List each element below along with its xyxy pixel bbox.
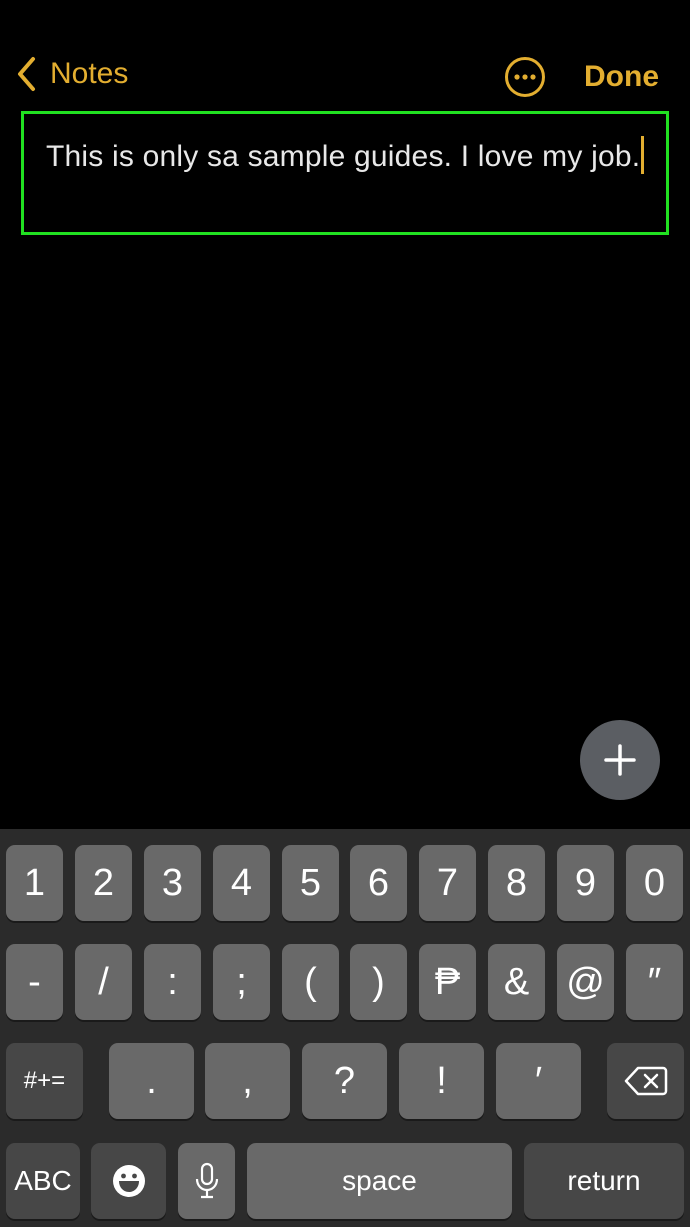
key-5[interactable]: 5 (282, 845, 339, 921)
ellipsis-circle-icon (505, 57, 545, 97)
key-6[interactable]: 6 (350, 845, 407, 921)
symbols-toggle-key[interactable]: #+= (6, 1043, 83, 1119)
key-comma[interactable]: , (205, 1043, 290, 1119)
dictation-key[interactable] (178, 1143, 235, 1219)
space-key[interactable]: space (247, 1143, 512, 1219)
key-0[interactable]: 0 (626, 845, 683, 921)
key-period[interactable]: . (109, 1043, 194, 1119)
note-body: This is only sa sample guides. I love my… (46, 140, 641, 173)
key-double-quote[interactable]: ″ (626, 944, 683, 1020)
key-colon[interactable]: : (144, 944, 201, 1020)
key-close-paren[interactable]: ) (350, 944, 407, 1020)
key-ampersand[interactable]: & (488, 944, 545, 1020)
text-cursor (641, 136, 645, 174)
add-button[interactable] (580, 720, 660, 800)
delete-backspace-icon (624, 1066, 667, 1096)
key-at[interactable]: @ (557, 944, 614, 1020)
abc-key[interactable]: ABC (6, 1143, 80, 1219)
microphone-icon (195, 1162, 218, 1199)
key-2[interactable]: 2 (75, 845, 132, 921)
note-text-area[interactable]: This is only sa sample guides. I love my… (21, 111, 669, 235)
key-exclamation[interactable]: ! (399, 1043, 484, 1119)
emoji-icon (112, 1165, 145, 1197)
key-apostrophe[interactable]: ′ (496, 1043, 581, 1119)
key-7[interactable]: 7 (419, 845, 476, 921)
key-9[interactable]: 9 (557, 845, 614, 921)
delete-key[interactable] (607, 1043, 684, 1119)
key-1[interactable]: 1 (6, 845, 63, 921)
plus-icon (604, 744, 636, 776)
key-3[interactable]: 3 (144, 845, 201, 921)
done-button[interactable]: Done (584, 60, 659, 94)
key-semicolon[interactable]: ; (213, 944, 270, 1020)
return-key[interactable]: return (524, 1143, 684, 1219)
key-slash[interactable]: / (75, 944, 132, 1020)
key-8[interactable]: 8 (488, 845, 545, 921)
key-question[interactable]: ? (302, 1043, 387, 1119)
key-hyphen[interactable]: - (6, 944, 63, 1020)
key-open-paren[interactable]: ( (282, 944, 339, 1020)
navigation-bar: Notes Done (0, 50, 690, 106)
back-label: Notes (50, 57, 129, 90)
more-options-button[interactable] (504, 56, 546, 98)
key-4[interactable]: 4 (213, 845, 270, 921)
chevron-left-icon (18, 57, 35, 91)
key-peso[interactable]: ₱ (419, 944, 476, 1020)
back-button[interactable]: Notes (16, 56, 128, 92)
emoji-key[interactable] (91, 1143, 166, 1219)
keyboard: 1 2 3 4 5 6 7 8 9 0 - / : ; ( ) ₱ & @ ″ … (0, 829, 690, 1227)
